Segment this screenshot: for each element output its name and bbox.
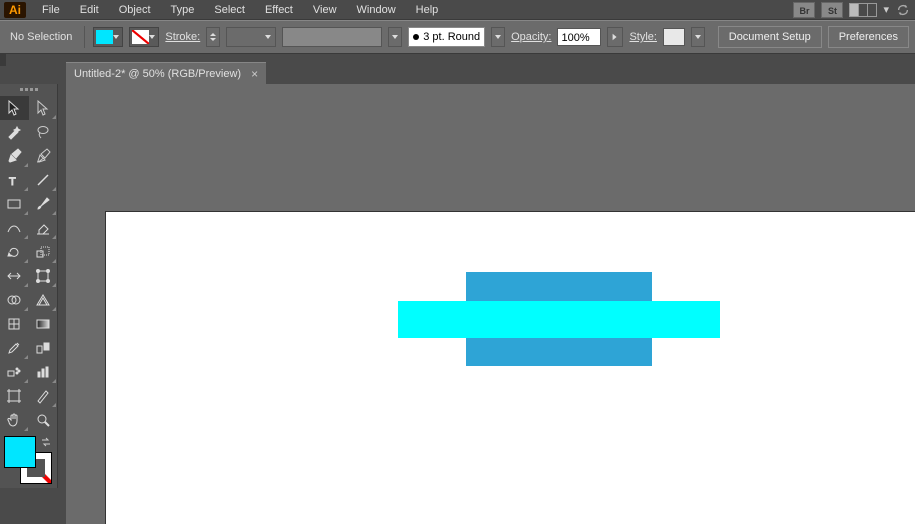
menu-edit[interactable]: Edit xyxy=(70,2,109,18)
menu-type[interactable]: Type xyxy=(161,2,205,18)
tools-panel: T xyxy=(0,84,58,488)
menu-object[interactable]: Object xyxy=(109,2,161,18)
scale-tool[interactable] xyxy=(29,240,58,264)
shaper-tool[interactable] xyxy=(0,216,29,240)
type-tool[interactable]: T xyxy=(0,168,29,192)
fill-stroke-indicator[interactable] xyxy=(4,436,54,484)
fill-swatch[interactable] xyxy=(93,27,123,47)
menu-help[interactable]: Help xyxy=(406,2,449,18)
menubar: Ai File Edit Object Type Select Effect V… xyxy=(0,0,915,20)
lasso-tool[interactable] xyxy=(29,120,58,144)
artboard-tool[interactable] xyxy=(0,384,29,408)
opacity-flyout[interactable] xyxy=(607,27,623,47)
document-tab-bar: Untitled-2* @ 50% (RGB/Preview) × xyxy=(66,60,915,84)
arrange-documents[interactable] xyxy=(849,3,877,17)
fill-color-icon xyxy=(96,30,113,44)
pen-tool[interactable] xyxy=(0,144,29,168)
brush-dot-icon xyxy=(413,34,419,40)
hand-tool[interactable] xyxy=(0,408,29,432)
stock-switch[interactable]: St xyxy=(821,2,843,18)
menu-select[interactable]: Select xyxy=(204,2,255,18)
panel-dock-grip[interactable] xyxy=(0,54,6,66)
brush-definition[interactable]: 3 pt. Round xyxy=(408,27,485,47)
stroke-label[interactable]: Stroke: xyxy=(165,31,200,43)
chevron-down-icon xyxy=(113,35,119,39)
svg-text:T: T xyxy=(9,176,16,188)
document-tab[interactable]: Untitled-2* @ 50% (RGB/Preview) × xyxy=(66,62,266,84)
chevron-down-icon xyxy=(149,35,155,39)
gradient-tool[interactable] xyxy=(29,312,58,336)
opacity-field[interactable]: 100% xyxy=(557,28,601,46)
variable-width-profile[interactable] xyxy=(282,27,382,47)
blend-tool[interactable] xyxy=(29,336,58,360)
vwp-dropdown[interactable] xyxy=(388,27,402,47)
menu-file[interactable]: File xyxy=(32,2,70,18)
sync-icon[interactable] xyxy=(895,2,911,18)
width-tool[interactable] xyxy=(0,264,29,288)
mesh-tool[interactable] xyxy=(0,312,29,336)
document-tab-title: Untitled-2* @ 50% (RGB/Preview) xyxy=(74,68,241,80)
perspective-grid-tool[interactable] xyxy=(29,288,58,312)
paintbrush-tool[interactable] xyxy=(29,192,58,216)
stroke-weight-stepper[interactable] xyxy=(206,27,220,47)
swap-fill-stroke-icon[interactable] xyxy=(40,436,52,448)
menu-effect[interactable]: Effect xyxy=(255,2,303,18)
bridge-switch[interactable]: Br xyxy=(793,2,815,18)
document-setup-button[interactable]: Document Setup xyxy=(718,26,822,48)
zoom-tool[interactable] xyxy=(29,408,58,432)
slice-tool[interactable] xyxy=(29,384,58,408)
opacity-label[interactable]: Opacity: xyxy=(511,31,551,43)
shape-rect-cyan[interactable] xyxy=(398,301,720,338)
artboard[interactable] xyxy=(106,212,915,524)
style-dropdown[interactable] xyxy=(691,27,705,47)
magic-wand-tool[interactable] xyxy=(0,120,29,144)
rectangle-tool[interactable] xyxy=(0,192,29,216)
menu-window[interactable]: Window xyxy=(347,2,406,18)
stroke-weight-combo[interactable] xyxy=(226,27,276,47)
canvas-area[interactable] xyxy=(66,84,915,524)
close-icon[interactable]: × xyxy=(251,68,258,80)
app-logo: Ai xyxy=(4,2,26,18)
brush-dropdown[interactable] xyxy=(491,27,505,47)
direct-selection-tool[interactable] xyxy=(29,96,58,120)
style-label[interactable]: Style: xyxy=(629,31,657,43)
curvature-tool[interactable] xyxy=(29,144,58,168)
menu-view[interactable]: View xyxy=(303,2,347,18)
symbol-sprayer-tool[interactable] xyxy=(0,360,29,384)
selection-tool[interactable] xyxy=(0,96,29,120)
eyedropper-tool[interactable] xyxy=(0,336,29,360)
stroke-none-icon xyxy=(132,30,149,44)
graphic-style-swatch[interactable] xyxy=(663,28,685,46)
stroke-swatch[interactable] xyxy=(129,27,159,47)
free-transform-tool[interactable] xyxy=(29,264,58,288)
preferences-button[interactable]: Preferences xyxy=(828,26,909,48)
eraser-tool[interactable] xyxy=(29,216,58,240)
brush-name: 3 pt. Round xyxy=(423,31,480,43)
control-bar: No Selection Stroke: 3 pt. Round Opacity… xyxy=(0,20,915,54)
panel-grip[interactable] xyxy=(0,88,57,94)
rotate-tool[interactable] xyxy=(0,240,29,264)
fill-indicator[interactable] xyxy=(4,436,36,468)
workspace-caret-icon[interactable]: ▾ xyxy=(883,3,889,16)
line-segment-tool[interactable] xyxy=(29,168,58,192)
shape-builder-tool[interactable] xyxy=(0,288,29,312)
selection-status: No Selection xyxy=(6,31,76,43)
column-graph-tool[interactable] xyxy=(29,360,58,384)
